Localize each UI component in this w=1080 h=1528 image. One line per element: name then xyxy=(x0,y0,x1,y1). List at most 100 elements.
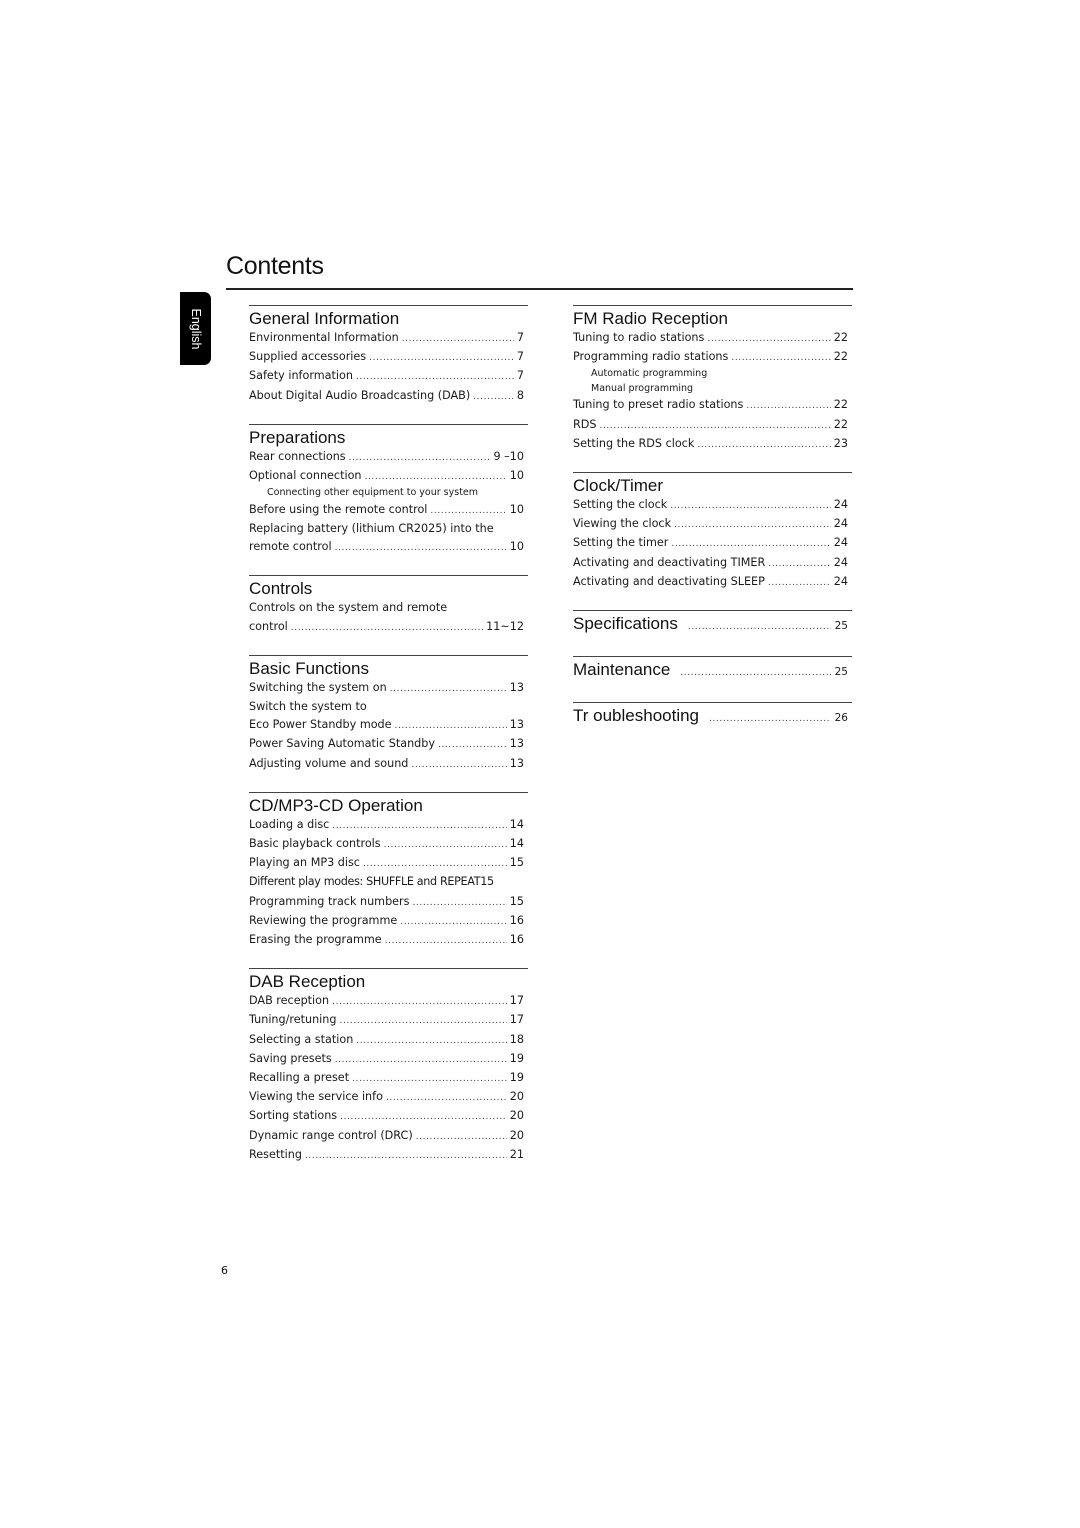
toc-entry[interactable]: Switching the system on 13 xyxy=(249,679,528,698)
toc-entry[interactable]: Basic playback controls 14 xyxy=(249,835,528,854)
entry-page: 26 xyxy=(834,712,848,725)
entry-page: 20 xyxy=(509,1090,524,1104)
toc-entry[interactable]: Rear connections 9 –10 xyxy=(249,448,528,467)
leader-dots xyxy=(340,1108,507,1126)
toc-entry[interactable]: Playing an MP3 disc 15 xyxy=(249,854,528,873)
toc-section-clock-timer: Clock/Timer Setting the clock 24 Viewing … xyxy=(573,472,852,592)
leader-dots xyxy=(402,330,514,348)
toc-entry-line[interactable]: Switch the system to xyxy=(249,698,528,716)
section-heading: Tr oubleshooting xyxy=(573,706,700,726)
section-heading[interactable]: DAB Reception xyxy=(249,969,528,992)
toc-entry[interactable]: remote control 10 xyxy=(249,538,528,557)
toc-entry[interactable]: Adjusting volume and sound 13 xyxy=(249,755,528,774)
section-heading[interactable]: General Information xyxy=(249,306,528,329)
leader-dots xyxy=(600,417,831,435)
entry-page: 25 xyxy=(834,666,848,679)
toc-subentry[interactable]: Connecting other equipment to your syste… xyxy=(249,486,528,501)
entry-page: 22 xyxy=(833,398,848,412)
leader-dots xyxy=(335,1051,507,1069)
toc-entry[interactable]: Environmental Information 7 xyxy=(249,329,528,348)
toc-section-troubleshooting[interactable]: Tr oubleshooting 26 xyxy=(573,702,852,726)
toc-entry[interactable]: control 11~12 xyxy=(249,618,528,637)
entry-label: Viewing the clock xyxy=(573,517,672,531)
toc-entry[interactable]: Eco Power Standby mode 13 xyxy=(249,716,528,735)
toc-entry[interactable]: Viewing the service info 20 xyxy=(249,1088,528,1107)
toc-entry[interactable]: Sorting stations 20 xyxy=(249,1107,528,1126)
leader-dots xyxy=(352,1070,507,1088)
toc-section-specifications[interactable]: Specifications 25 xyxy=(573,610,852,634)
toc-entry[interactable]: Selecting a station 18 xyxy=(249,1031,528,1050)
entry-label: Recalling a preset xyxy=(249,1070,350,1084)
entry-label: control xyxy=(249,619,288,633)
leader-dots xyxy=(411,756,506,774)
toc-entry[interactable]: DAB reception 17 xyxy=(249,992,528,1011)
toc-entry[interactable]: Activating and deactivating TIMER 24 xyxy=(573,554,852,573)
entry-page: 14 xyxy=(509,836,524,850)
toc-entry[interactable]: Programming radio stations 22 xyxy=(573,348,852,367)
toc-entry[interactable]: Saving presets 19 xyxy=(249,1050,528,1069)
entry-page: 7 xyxy=(516,331,524,344)
toc-entry[interactable]: Safety information 7 xyxy=(249,367,528,386)
section-heading[interactable]: CD/MP3-CD Operation xyxy=(249,793,528,816)
toc-section-dab-reception: DAB Reception DAB reception 17 Tuning/ret… xyxy=(249,968,528,1165)
entry-label: Activating and deactivating SLEEP xyxy=(573,574,765,588)
entry-label: Eco Power Standby mode xyxy=(249,718,392,732)
toc-entry[interactable]: Tuning/retuning 17 xyxy=(249,1011,528,1030)
toc-entry[interactable]: Optional connection 10 xyxy=(249,467,528,486)
entry-label: Viewing the service info xyxy=(249,1090,383,1104)
language-tab-label: English xyxy=(188,308,203,349)
toc-entry[interactable]: Tuning to radio stations 22 xyxy=(573,329,852,348)
section-heading[interactable]: Preparations xyxy=(249,425,528,448)
toc-entry[interactable]: Before using the remote control 10 xyxy=(249,501,528,520)
section-heading[interactable]: FM Radio Reception xyxy=(573,306,852,329)
language-tab: English xyxy=(180,292,211,365)
entry-label: Safety information xyxy=(249,369,353,383)
toc-entry[interactable]: Programming track numbers 15 xyxy=(249,893,528,912)
toc-entry[interactable]: Viewing the clock 24 xyxy=(573,515,852,534)
entry-page: 19 xyxy=(509,1070,524,1084)
entry-label: Loading a disc xyxy=(249,817,330,831)
toc-entry[interactable]: About Digital Audio Broadcasting (DAB) 8 xyxy=(249,387,528,406)
toc-section-cd-mp3-operation: CD/MP3-CD Operation Loading a disc 14 Bas… xyxy=(249,791,528,950)
toc-section-controls: Controls Controls on the system and remo… xyxy=(249,575,528,636)
toc-entry[interactable]: Loading a disc 14 xyxy=(249,816,528,835)
entry-page: 15 xyxy=(480,875,494,889)
leader-dots xyxy=(707,330,830,348)
section-heading[interactable]: Clock/Timer xyxy=(573,473,852,496)
section-heading: Maintenance xyxy=(573,660,671,680)
entry-label: Optional connection xyxy=(249,469,362,483)
leader-dots xyxy=(438,736,507,754)
toc-entry[interactable]: Activating and deactivating SLEEP 24 xyxy=(573,573,852,592)
toc-entry[interactable]: Supplied accessories 7 xyxy=(249,348,528,367)
toc-entry[interactable]: Setting the timer 24 xyxy=(573,534,852,553)
toc-subentry[interactable]: Manual programming xyxy=(573,382,852,397)
toc-entry[interactable]: Resetting 21 xyxy=(249,1146,528,1165)
toc-entry-line[interactable]: Replacing battery (lithium CR2025) into … xyxy=(249,520,528,538)
toc-entry[interactable]: Reviewing the programme 16 xyxy=(249,912,528,931)
entry-page: 11~12 xyxy=(486,619,524,633)
toc-entry[interactable]: Different play modes: SHUFFLE and REPEAT… xyxy=(249,873,528,892)
leader-dots xyxy=(332,993,507,1011)
leader-dots xyxy=(412,894,506,912)
toc-entry[interactable]: Power Saving Automatic Standby 13 xyxy=(249,735,528,754)
entry-label: Setting the clock xyxy=(573,498,668,512)
toc-section-maintenance[interactable]: Maintenance 25 xyxy=(573,656,852,680)
toc-subentry[interactable]: Automatic programming xyxy=(573,367,852,382)
leader-dots xyxy=(356,1032,506,1050)
section-heading[interactable]: Basic Functions xyxy=(249,656,528,679)
entry-page: 14 xyxy=(509,817,524,831)
toc-entry[interactable]: Recalling a preset 19 xyxy=(249,1069,528,1088)
toc-entry[interactable]: RDS 22 xyxy=(573,416,852,435)
leader-dots xyxy=(731,349,830,367)
entry-label: Power Saving Automatic Standby xyxy=(249,737,436,751)
toc-entry[interactable]: Setting the RDS clock 23 xyxy=(573,435,852,454)
section-heading[interactable]: Controls xyxy=(249,576,528,599)
toc-entry[interactable]: Erasing the programme 16 xyxy=(249,931,528,950)
entry-page: 13 xyxy=(509,756,524,770)
toc-entry[interactable]: Dynamic range control (DRC) 20 xyxy=(249,1127,528,1146)
leader-dots xyxy=(400,913,507,931)
toc-entry[interactable]: Tuning to preset radio stations 22 xyxy=(573,396,852,415)
entry-label: remote control xyxy=(249,540,332,554)
toc-entry[interactable]: Setting the clock 24 xyxy=(573,496,852,515)
toc-entry-line[interactable]: Controls on the system and remote xyxy=(249,599,528,617)
